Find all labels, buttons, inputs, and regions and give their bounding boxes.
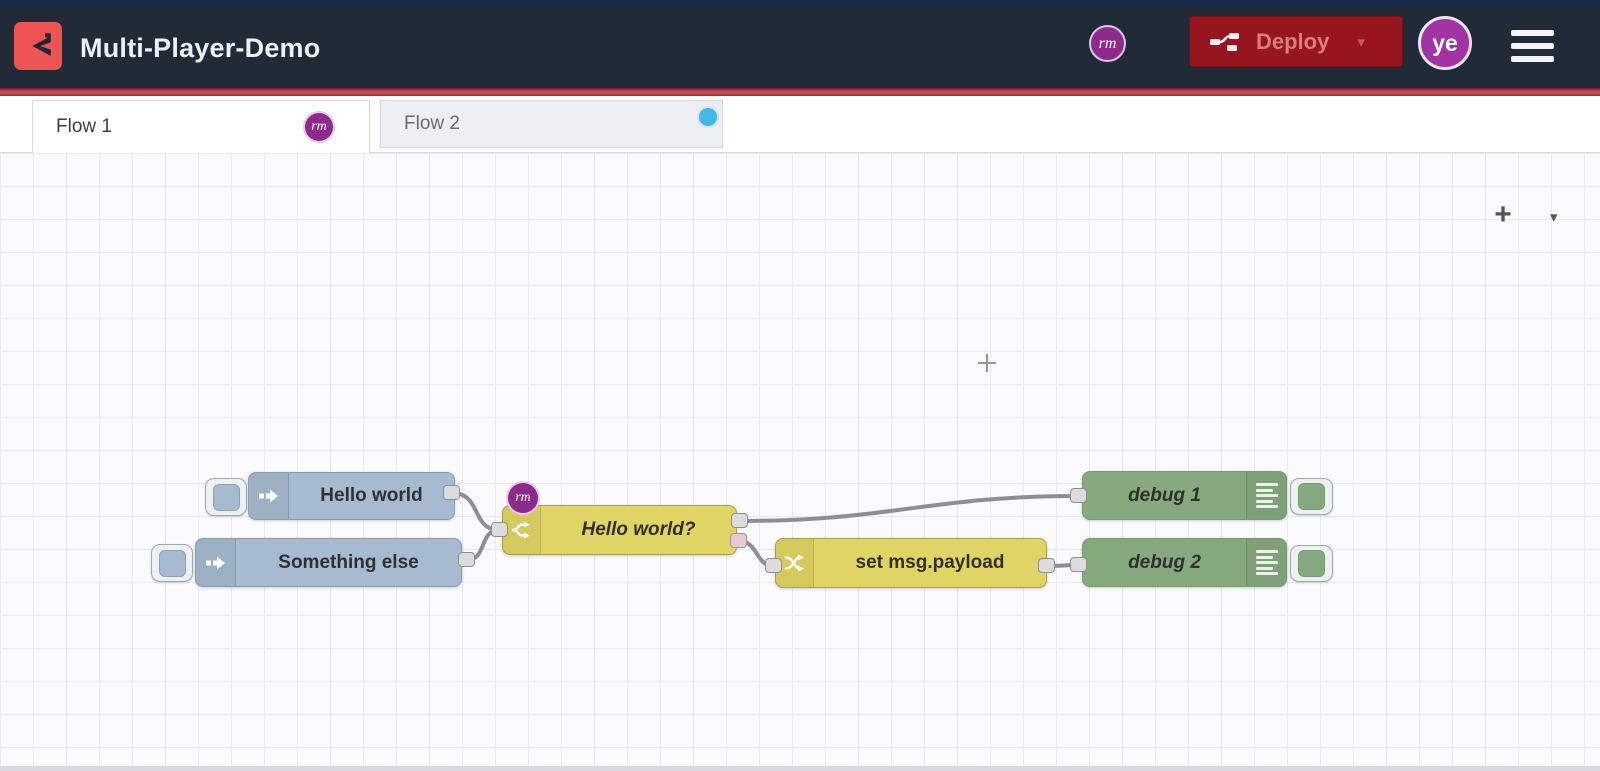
debug-toggle-face	[1298, 483, 1325, 510]
user-avatar[interactable]: ye	[1418, 16, 1472, 70]
hamburger-menu-icon[interactable]	[1511, 22, 1554, 70]
flowfuse-logo-icon[interactable]	[14, 22, 62, 70]
port-out-inject1[interactable]	[443, 485, 460, 500]
user-avatar-initials: ye	[1432, 29, 1458, 56]
presence-badge-node: rm	[506, 481, 540, 515]
node-change-set-msg-payload[interactable]: set msg.payload	[775, 538, 1047, 588]
node-inject-something-else[interactable]: Something else	[195, 538, 462, 587]
node-inject-hello-world[interactable]: Hello world	[248, 472, 455, 520]
node-switch-hello-world[interactable]: Hello world?	[502, 505, 737, 555]
header-accent-line	[0, 88, 1600, 96]
logo-glyph	[32, 33, 51, 56]
tab-flow-1[interactable]: Flow 1 rm	[32, 100, 370, 153]
port-in-switch[interactable]	[491, 522, 508, 537]
inject-button-something-else[interactable]	[151, 544, 193, 582]
page-title: Multi-Player-Demo	[80, 32, 321, 63]
node-debug-2[interactable]: debug 2	[1082, 538, 1287, 587]
inject-button-face	[158, 549, 186, 577]
presence-badge-label: rm	[515, 490, 531, 505]
presence-badge-header[interactable]: rm	[1089, 25, 1126, 62]
inject-arrow-icon	[196, 539, 236, 586]
window-bottom-strip	[0, 766, 1600, 771]
deploy-button-label: Deploy	[1256, 28, 1330, 54]
inject-button-hello-world[interactable]	[205, 478, 247, 516]
port-out-switch-1[interactable]	[731, 513, 748, 528]
node-label: Something else	[278, 551, 419, 573]
wires-layer	[450, 491, 1080, 568]
crosshair-cursor	[978, 354, 996, 372]
window-top-strip	[0, 0, 1600, 8]
tab-flow-2[interactable]: Flow 2	[380, 100, 723, 148]
presence-badge-label: rm	[1098, 34, 1117, 52]
port-in-debug1[interactable]	[1070, 488, 1087, 503]
activity-dot	[699, 108, 717, 126]
node-label: set msg.payload	[855, 552, 1005, 573]
flow-canvas[interactable]: Hello world Something else Hello world? …	[0, 153, 1600, 771]
port-in-debug2[interactable]	[1070, 557, 1087, 572]
wire[interactable]	[738, 494, 1080, 523]
inject-arrow-icon	[249, 473, 289, 519]
port-in-change[interactable]	[765, 558, 782, 573]
workspace-tabbar: Flow 1 rm Flow 2 + ▾	[0, 96, 1600, 230]
port-out-inject2[interactable]	[458, 552, 475, 567]
debug-toggle-face	[1298, 550, 1325, 577]
node-label: Hello world	[320, 485, 423, 506]
debug-lines-icon	[1246, 539, 1286, 586]
deploy-button[interactable]: Deploy ▾	[1189, 16, 1403, 67]
node-label: Hello world?	[581, 519, 696, 540]
node-debug-1[interactable]: debug 1	[1082, 471, 1287, 520]
presence-badge-label: rm	[311, 119, 327, 134]
debug-toggle-button-2[interactable]	[1290, 545, 1333, 582]
debug-lines-icon	[1246, 472, 1286, 519]
presence-badge-tab: rm	[303, 111, 335, 143]
debug-toggle-button-1[interactable]	[1290, 478, 1333, 515]
inject-button-face	[212, 483, 240, 511]
flow-list-caret-icon[interactable]: ▾	[1550, 208, 1558, 226]
node-label: debug 2	[1128, 551, 1201, 573]
tab-label: Flow 2	[404, 113, 460, 134]
node-label: debug 1	[1128, 484, 1201, 506]
add-flow-button[interactable]: +	[1487, 200, 1519, 232]
deploy-nodes-icon	[1210, 32, 1239, 51]
deploy-caret-icon[interactable]: ▾	[1357, 33, 1365, 51]
app-header: Multi-Player-Demo rm Deploy ▾ ye	[0, 8, 1600, 88]
port-out-switch-2[interactable]	[730, 533, 747, 548]
port-out-change[interactable]	[1038, 558, 1055, 573]
tab-label: Flow 1	[56, 116, 112, 137]
